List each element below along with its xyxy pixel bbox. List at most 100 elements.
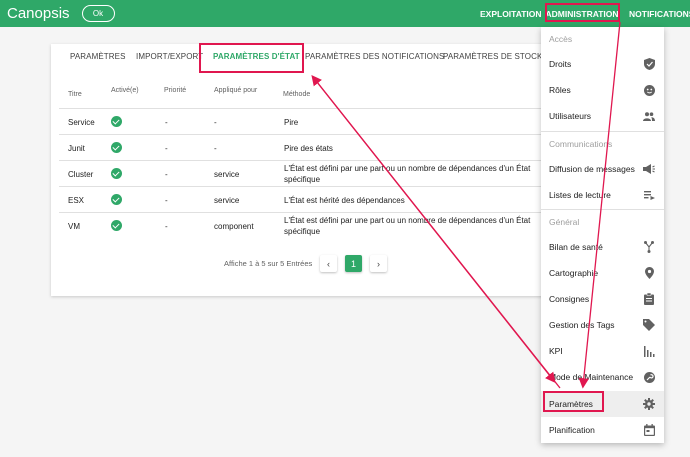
settings-tabs: PARAMÈTRES IMPORT/EXPORT PARAMÈTRES D'ÉT…: [51, 44, 548, 74]
column-header-applied-for[interactable]: Appliqué pour: [214, 87, 257, 94]
tab-parametres[interactable]: PARAMÈTRES: [70, 52, 126, 61]
tab-parametres-stockage[interactable]: PARAMÈTRES DE STOCKAGE: [443, 52, 548, 61]
row-method-line1: L'État est défini par une part ou un nom…: [284, 216, 531, 225]
row-applied-for: service: [214, 170, 240, 179]
pagination-summary: Affiche 1 à 5 sur 5 Entrées: [224, 259, 313, 268]
menu-item-bilan-sante[interactable]: Bilan de santé: [541, 234, 664, 260]
tag-icon: [643, 319, 655, 331]
row-priority: -: [165, 118, 168, 127]
table-row[interactable]: VM - component L'État est défini par une…: [59, 212, 548, 238]
next-page-button[interactable]: ›: [370, 255, 387, 272]
app-brand[interactable]: Canopsis: [7, 5, 70, 22]
location-pin-icon: [643, 267, 655, 279]
menu-item-diffusion[interactable]: Diffusion de messages: [541, 156, 664, 182]
row-method-line2: spécifique: [284, 227, 321, 236]
check-circle-icon: [111, 116, 122, 127]
menu-item-label: KPI: [549, 346, 563, 356]
menu-item-label: Consignes: [549, 294, 590, 304]
menu-item-listes-lecture[interactable]: Listes de lecture: [541, 182, 664, 208]
menu-item-label: Droits: [549, 59, 572, 69]
administration-menu: Accès Droits Rôles Utilisateurs Communic…: [541, 27, 664, 443]
row-title: Junit: [68, 144, 85, 153]
menu-item-label: Cartographie: [549, 268, 599, 278]
menu-section-general: Général: [549, 217, 580, 227]
column-header-title[interactable]: Titre: [68, 91, 82, 98]
menu-section-communications: Communications: [549, 139, 613, 149]
row-priority: -: [165, 144, 168, 153]
clipboard-icon: [643, 293, 655, 305]
row-priority: -: [165, 196, 168, 205]
table-row[interactable]: ESX - service L'État est hérité des dépe…: [59, 186, 548, 212]
megaphone-icon: [643, 163, 655, 175]
playlist-icon: [643, 189, 655, 201]
menu-item-cartographie[interactable]: Cartographie: [541, 260, 664, 286]
tab-import-export[interactable]: IMPORT/EXPORT: [136, 52, 203, 61]
menu-item-utilisateurs[interactable]: Utilisateurs: [541, 103, 664, 129]
calendar-icon: [643, 424, 655, 436]
row-title: Service: [68, 118, 95, 127]
row-title: ESX: [68, 196, 85, 205]
table-row[interactable]: Service - - Pire: [59, 108, 548, 134]
face-icon: [643, 84, 655, 96]
nav-exploitation[interactable]: EXPLOITATION: [480, 0, 542, 27]
nav-notifications[interactable]: NOTIFICATIONS: [629, 0, 690, 27]
page-1-button[interactable]: 1: [345, 255, 362, 272]
row-method-line2: spécifique: [284, 175, 321, 184]
column-header-method[interactable]: Méthode: [283, 91, 310, 98]
menu-item-label: Utilisateurs: [549, 111, 592, 121]
column-header-enabled[interactable]: Activé(e): [111, 87, 139, 94]
check-circle-icon: [111, 168, 122, 179]
active-tab-indicator: [206, 71, 298, 73]
prev-page-button[interactable]: ‹: [320, 255, 337, 272]
menu-item-roles[interactable]: Rôles: [541, 77, 664, 103]
gear-icon: [643, 398, 655, 410]
menu-item-label: Gestion des Tags: [549, 320, 615, 330]
tab-parametres-etat[interactable]: PARAMÈTRES D'ÉTAT: [213, 52, 300, 61]
ok-button[interactable]: Ok: [81, 5, 115, 22]
menu-item-label: Paramètres: [549, 399, 593, 409]
menu-divider: [541, 131, 664, 132]
column-header-priority[interactable]: Priorité: [164, 87, 186, 94]
nav-administration[interactable]: ADMINISTRATION: [545, 0, 618, 27]
row-applied-for: -: [214, 144, 217, 153]
menu-item-label: Mode de Maintenance: [549, 372, 634, 382]
row-priority: -: [165, 222, 168, 231]
check-circle-icon: [111, 142, 122, 153]
settings-card: PARAMÈTRES IMPORT/EXPORT PARAMÈTRES D'ÉT…: [51, 44, 548, 296]
menu-item-label: Rôles: [549, 85, 571, 95]
menu-item-consignes[interactable]: Consignes: [541, 286, 664, 312]
menu-item-parametres[interactable]: Paramètres: [541, 391, 664, 417]
check-circle-icon: [111, 194, 122, 205]
menu-item-kpi[interactable]: KPI: [541, 338, 664, 364]
menu-divider: [541, 209, 664, 210]
group-icon: [643, 110, 655, 122]
menu-item-label: Diffusion de messages: [549, 164, 635, 174]
tab-parametres-notifications[interactable]: PARAMÈTRES DES NOTIFICATIONS: [305, 52, 444, 61]
row-applied-for: -: [214, 118, 217, 127]
menu-section-access: Accès: [549, 34, 573, 44]
shield-icon: [643, 58, 655, 70]
menu-item-label: Bilan de santé: [549, 242, 603, 252]
row-applied-for: service: [214, 196, 240, 205]
table-row[interactable]: Junit - - Pire des états: [59, 134, 548, 160]
pagination: Affiche 1 à 5 sur 5 Entrées ‹ 1 ›: [51, 253, 548, 273]
menu-item-mode-maintenance[interactable]: Mode de Maintenance: [541, 364, 664, 390]
row-method: L'État est hérité des dépendances: [284, 196, 405, 205]
menu-item-planification[interactable]: Planification: [541, 417, 664, 443]
row-applied-for: component: [214, 222, 254, 231]
row-method-line1: L'État est défini par une part ou un nom…: [284, 164, 531, 173]
row-method: Pire: [284, 118, 299, 127]
fork-icon: [643, 241, 655, 253]
table-row[interactable]: Cluster - service L'État est défini par …: [59, 160, 548, 186]
row-priority: -: [165, 170, 168, 179]
top-app-bar: Canopsis Ok EXPLOITATION ADMINISTRATION …: [0, 0, 690, 27]
check-circle-icon: [111, 220, 122, 231]
row-method: Pire des états: [284, 144, 333, 153]
bar-chart-icon: [643, 345, 655, 357]
menu-item-label: Listes de lecture: [549, 190, 611, 200]
wrench-icon: [643, 371, 655, 383]
menu-item-droits[interactable]: Droits: [541, 51, 664, 77]
row-title: Cluster: [68, 170, 94, 179]
menu-item-label: Planification: [549, 425, 595, 435]
menu-item-gestion-tags[interactable]: Gestion des Tags: [541, 312, 664, 338]
